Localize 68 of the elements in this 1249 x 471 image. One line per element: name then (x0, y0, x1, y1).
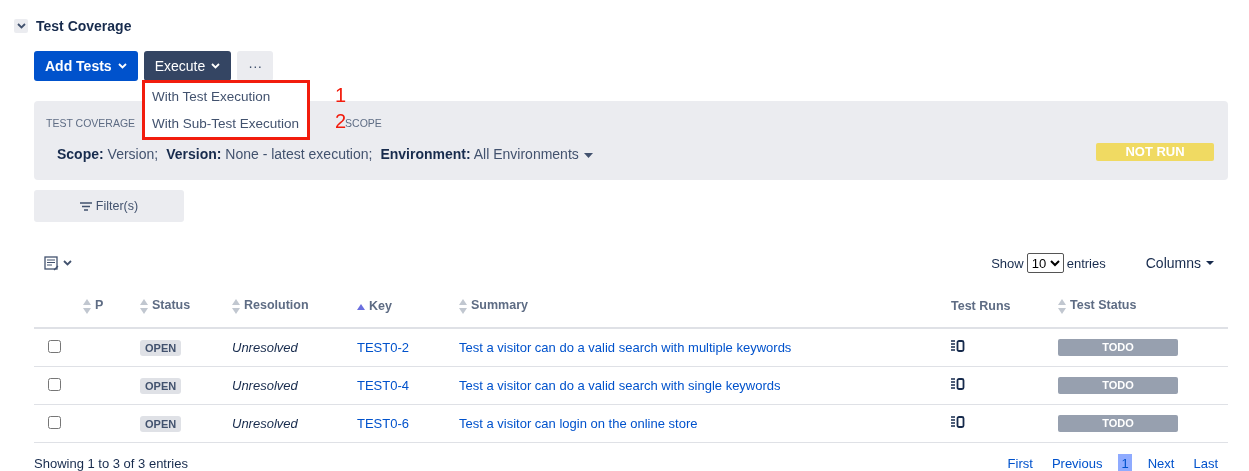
resolution-text: Unresolved (232, 378, 298, 393)
column-tools-button[interactable] (44, 255, 72, 271)
pagination-link[interactable]: Last (1190, 454, 1221, 471)
column-header[interactable]: Summary (459, 298, 528, 313)
execute-button[interactable]: Execute (143, 51, 232, 81)
scope-text: Version: None - latest execution; (166, 146, 373, 162)
summary-link[interactable]: Test a visitor can do a valid search with multiple keywords (459, 340, 792, 355)
pagination-link[interactable]: First (1004, 454, 1036, 471)
add-tests-button[interactable]: Add Tests (34, 51, 138, 81)
list-edit-icon (44, 255, 60, 271)
panel-heading: SCOPE (345, 117, 382, 129)
menu-item[interactable]: With Test Execution (152, 87, 300, 106)
row-checkbox[interactable] (48, 415, 61, 429)
summary-link[interactable]: Test a visitor can login on the online store (459, 416, 698, 431)
chevron-down-icon (63, 260, 72, 266)
status-lozenge: OPEN (140, 416, 182, 432)
row-checkbox[interactable] (48, 377, 61, 391)
filter-button[interactable]: Filter(s) (34, 190, 184, 222)
annotation-number: 1 (335, 85, 347, 105)
entries-label: entries (1066, 255, 1106, 271)
environment-selector[interactable]: Environment: All Environments (380, 146, 593, 162)
test-runs-icon (951, 340, 965, 352)
filter-icon (79, 201, 92, 211)
status-lozenge: OPEN (140, 378, 182, 394)
caret-icon (1206, 261, 1214, 265)
column-header[interactable]: Test Status (1058, 298, 1137, 313)
menu-item[interactable]: With Sub-Test Execution (152, 114, 300, 133)
sort-ascending-icon (357, 304, 365, 310)
sort-icon (459, 298, 467, 314)
table-info: Showing 1 to 3 of 3 entries (34, 456, 188, 471)
column-header[interactable]: Resolution (232, 298, 309, 313)
column-header[interactable]: P (83, 298, 104, 313)
sort-icon (140, 298, 148, 314)
collapse-toggle[interactable] (14, 19, 28, 33)
row-checkbox[interactable] (48, 339, 61, 353)
scope-text: Scope: Version; (57, 146, 159, 162)
panel-heading: TEST COVERAGE (46, 117, 136, 129)
sort-icon (83, 298, 91, 314)
chevron-down-icon (211, 63, 221, 69)
test-status-badge: TODO (1058, 377, 1178, 394)
status-badge: NOT RUN (1096, 143, 1214, 161)
pagination-link[interactable]: Previous (1048, 454, 1106, 471)
test-runs-icon (951, 416, 965, 428)
pagination-link[interactable]: Next (1144, 454, 1178, 471)
more-button[interactable]: ··· (237, 51, 274, 81)
test-status-badge: TODO (1058, 339, 1178, 356)
sort-icon (232, 298, 240, 314)
test-status-badge: TODO (1058, 415, 1178, 432)
resolution-text: Unresolved (232, 416, 298, 431)
chevron-down-icon (117, 63, 127, 69)
column-header[interactable]: Status (140, 298, 191, 313)
section-title: Test Coverage (36, 18, 132, 34)
test-runs-icon (951, 378, 965, 390)
summary-link[interactable]: Test a visitor can do a valid search with single keywords (459, 378, 781, 393)
entries-select[interactable]: 10 (1026, 253, 1064, 273)
issue-key-link[interactable]: TEST0-2 (357, 340, 409, 355)
issue-key-link[interactable]: TEST0-4 (357, 378, 409, 393)
resolution-text: Unresolved (232, 340, 298, 355)
column-header[interactable]: Test Runs (951, 299, 1011, 313)
chevron-down-icon (16, 23, 26, 29)
column-header[interactable]: Key (357, 299, 392, 313)
show-label: Show (991, 255, 1024, 271)
status-lozenge: OPEN (140, 340, 182, 356)
sort-icon (1058, 298, 1066, 314)
annotation-number: 2 (335, 111, 347, 131)
caret-icon (583, 152, 593, 158)
issue-key-link[interactable]: TEST0-6 (357, 416, 409, 431)
columns-button[interactable]: Columns (1145, 255, 1214, 271)
